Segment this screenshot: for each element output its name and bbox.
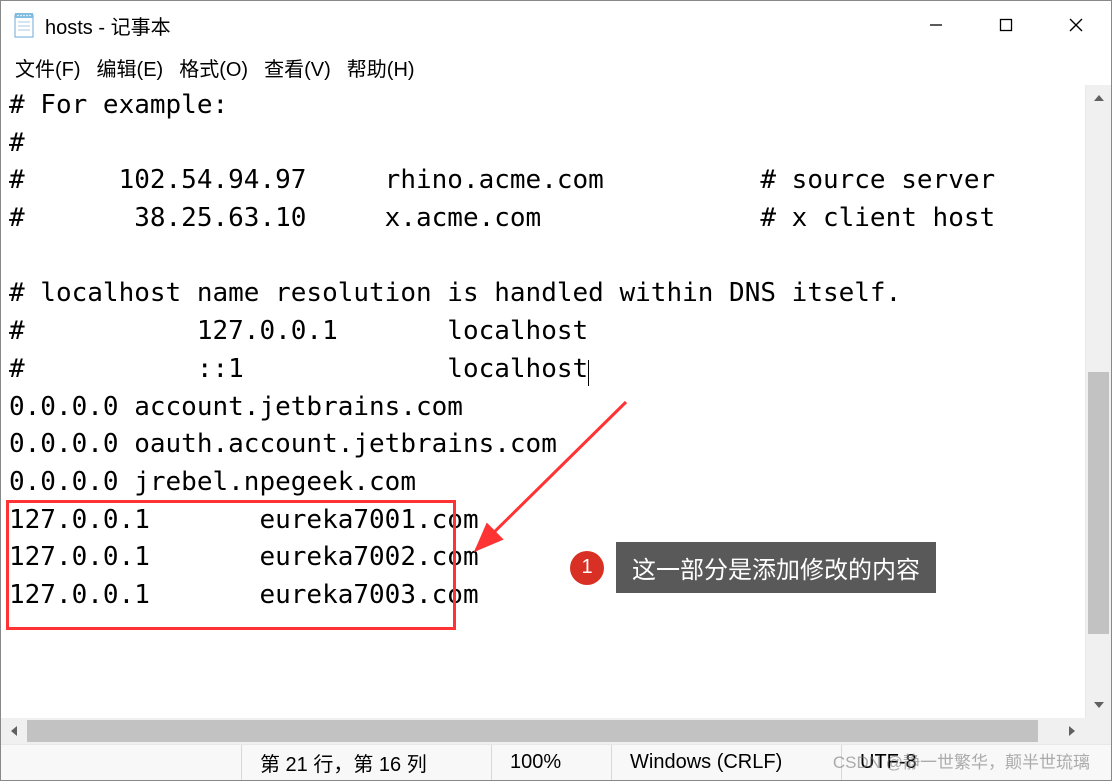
vertical-scrollbar[interactable] [1085,85,1111,718]
content-area: # For example: # # 102.54.94.97 rhino.ac… [1,85,1111,718]
menubar: 文件(F) 编辑(E) 格式(O) 查看(V) 帮助(H) [1,49,1111,85]
text-line: # ::1 localhost [9,354,588,384]
menu-format[interactable]: 格式(O) [175,51,252,84]
status-encoding: UTF-8 [841,745,1111,780]
horizontal-scrollbar[interactable] [1,718,1085,744]
text-line: 127.0.0.1 eureka7002.com [9,542,479,572]
scroll-up-icon[interactable] [1086,85,1111,111]
scroll-corner [1085,718,1111,744]
notepad-window: hosts - 记事本 文件(F) 编辑(E) 格式(O) 查看(V) 帮助(H… [0,0,1112,781]
close-button[interactable] [1041,1,1111,49]
text-line: 0.0.0.0 jrebel.npegeek.com [9,467,416,497]
minimize-button[interactable] [901,1,971,49]
text-line: 0.0.0.0 account.jetbrains.com [9,392,463,422]
vscroll-thumb[interactable] [1088,372,1109,633]
window-controls [901,1,1111,49]
maximize-button[interactable] [971,1,1041,49]
text-line: # 102.54.94.97 rhino.acme.com # source s… [9,165,995,195]
scroll-left-icon[interactable] [1,718,27,744]
text-line: 0.0.0.0 oauth.account.jetbrains.com [9,429,557,459]
text-editor[interactable]: # For example: # # 102.54.94.97 rhino.ac… [1,85,1085,718]
status-lineending: Windows (CRLF) [611,745,841,780]
menu-help[interactable]: 帮助(H) [343,51,419,84]
scroll-down-icon[interactable] [1086,692,1111,718]
text-line: # 38.25.63.10 x.acme.com # x client host [9,203,995,233]
hscrollbar-row [1,718,1111,744]
text-line: # 127.0.0.1 localhost [9,316,588,346]
text-line: # For example: [9,90,228,120]
text-line: # [9,128,25,158]
scroll-right-icon[interactable] [1059,718,1085,744]
notepad-icon [13,12,35,38]
menu-view[interactable]: 查看(V) [260,51,335,84]
statusbar: 第 21 行，第 16 列 100% Windows (CRLF) UTF-8 [1,744,1111,780]
text-cursor [588,360,589,386]
vscroll-track[interactable] [1086,111,1111,692]
menu-edit[interactable]: 编辑(E) [93,51,168,84]
hscroll-track[interactable] [27,718,1059,744]
status-position: 第 21 行，第 16 列 [241,745,491,780]
hscroll-thumb[interactable] [27,720,1038,742]
menu-file[interactable]: 文件(F) [11,51,85,84]
titlebar: hosts - 记事本 [1,1,1111,49]
status-zoom: 100% [491,745,611,780]
text-line: 127.0.0.1 eureka7003.com [9,580,479,610]
text-line: 127.0.0.1 eureka7001.com [9,505,479,535]
window-title: hosts - 记事本 [45,11,901,40]
text-line: # localhost name resolution is handled w… [9,278,901,308]
